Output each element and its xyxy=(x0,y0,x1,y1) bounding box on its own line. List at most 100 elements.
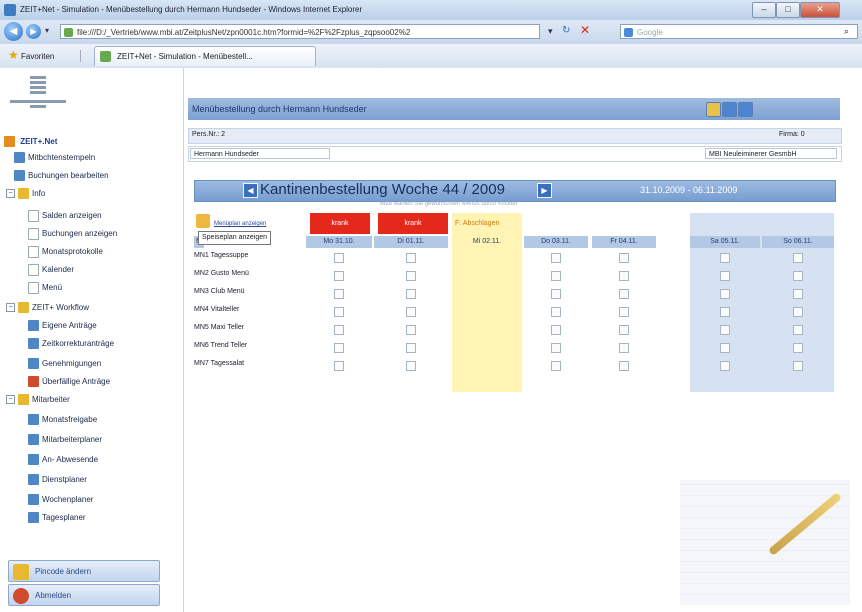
menu-checkbox[interactable] xyxy=(720,307,730,317)
menu-checkbox[interactable] xyxy=(334,271,344,281)
menu-checkbox[interactable] xyxy=(551,253,561,263)
menu-checkbox[interactable] xyxy=(720,289,730,299)
menu-checkbox[interactable] xyxy=(406,361,416,371)
close-window-button[interactable]: ✕ xyxy=(800,2,840,18)
sidebar-item-0[interactable]: Mitbchtenstempeln xyxy=(14,150,95,168)
menu-checkbox[interactable] xyxy=(720,253,730,263)
tree-root-label: ZEIT+.Net xyxy=(20,137,58,146)
menu-checkbox[interactable] xyxy=(619,271,629,281)
collapse-icon[interactable]: − xyxy=(6,189,15,199)
history-dropdown-icon[interactable]: ▾ xyxy=(45,26,49,35)
menu-checkbox[interactable] xyxy=(551,289,561,299)
change-pincode-button[interactable]: Pincode ändern xyxy=(8,560,160,582)
sidebar-item-15[interactable]: Mitarbeiterplaner xyxy=(28,432,102,450)
sidebar-item-label: Überfällige Anträge xyxy=(42,377,111,386)
menu-checkbox[interactable] xyxy=(619,307,629,317)
sidebar-item-3[interactable]: Salden anzeigen xyxy=(28,208,102,226)
sidebar-item-label: Mitarbeiter xyxy=(32,395,70,404)
menu-checkbox[interactable] xyxy=(334,253,344,263)
browser-tab[interactable]: ZEIT+Net - Simulation - Menübestell... xyxy=(94,46,316,66)
menu-checkbox[interactable] xyxy=(793,289,803,299)
sidebar-item-9[interactable]: Eigene Anträge xyxy=(28,318,97,336)
menu-checkbox[interactable] xyxy=(619,289,629,299)
collapse-icon[interactable]: − xyxy=(6,395,15,405)
sidebar-item-7[interactable]: Menü xyxy=(28,280,62,298)
sidebar-item-1[interactable]: Buchungen bearbeiten xyxy=(14,168,109,186)
sidebar-item-label: Buchungen bearbeiten xyxy=(28,171,109,180)
menu-checkbox[interactable] xyxy=(551,325,561,335)
favorites-star-icon: ★ xyxy=(8,48,19,62)
collapse-icon[interactable]: − xyxy=(6,303,15,313)
sidebar-item-14[interactable]: Monatsfreigabe xyxy=(28,412,97,430)
sidebar-item-4[interactable]: Buchungen anzeigen xyxy=(28,226,117,244)
menu-checkbox[interactable] xyxy=(793,307,803,317)
sidebar-item-11[interactable]: Genehmigungen xyxy=(28,356,101,374)
menu-checkbox[interactable] xyxy=(720,343,730,353)
menu-checkbox[interactable] xyxy=(406,289,416,299)
menu-checkbox[interactable] xyxy=(619,361,629,371)
save-icon[interactable] xyxy=(738,102,753,117)
menu-checkbox[interactable] xyxy=(619,343,629,353)
sidebar-item-label: Eigene Anträge xyxy=(42,321,97,330)
sidebar-item-18[interactable]: Wochenplaner xyxy=(28,492,93,510)
menu-checkbox[interactable] xyxy=(720,271,730,281)
day-header-2: Mi 02.11. xyxy=(452,236,522,248)
maximize-button[interactable]: □ xyxy=(776,2,800,18)
menu-checkbox[interactable] xyxy=(334,289,344,299)
menu-checkbox[interactable] xyxy=(406,343,416,353)
print-icon[interactable] xyxy=(706,102,721,117)
menu-checkbox[interactable] xyxy=(793,253,803,263)
menu-plan-link[interactable]: Menüplan anzeigen xyxy=(214,221,266,227)
menu-checkbox[interactable] xyxy=(619,253,629,263)
menu-checkbox[interactable] xyxy=(619,325,629,335)
menu-checkbox[interactable] xyxy=(334,361,344,371)
logout-button[interactable]: Abmelden xyxy=(8,584,160,606)
sidebar-item-label: Tagesplaner xyxy=(42,513,86,522)
sidebar-item-16[interactable]: An- Abwesende xyxy=(28,452,98,470)
menu-checkbox[interactable] xyxy=(406,325,416,335)
menu-checkbox[interactable] xyxy=(551,361,561,371)
sidebar-item-12[interactable]: Überfällige Anträge xyxy=(28,374,110,392)
help-icon[interactable] xyxy=(722,102,737,117)
sidebar-item-13[interactable]: − Mitarbeiter xyxy=(6,392,70,410)
menu-checkbox[interactable] xyxy=(793,361,803,371)
sidebar-item-17[interactable]: Dienstplaner xyxy=(28,472,87,490)
menu-plan-icon[interactable] xyxy=(196,214,210,228)
menu-checkbox[interactable] xyxy=(406,253,416,263)
stop-icon[interactable]: ✕ xyxy=(580,23,590,37)
sidebar-item-10[interactable]: Zeitkorrekturanträge xyxy=(28,336,114,354)
menu-checkbox[interactable] xyxy=(793,325,803,335)
menu-checkbox[interactable] xyxy=(720,325,730,335)
sidebar-item-label: Wochenplaner xyxy=(42,495,94,504)
menu-checkbox[interactable] xyxy=(334,325,344,335)
menu-checkbox[interactable] xyxy=(551,343,561,353)
sidebar-item-2[interactable]: − Info xyxy=(6,186,45,204)
address-bar[interactable]: file:///D:/_Vertrieb/www.mbi.at/Zeitplus… xyxy=(60,24,540,39)
favorites-button[interactable]: ★ Favoriten xyxy=(8,48,54,62)
menu-checkbox[interactable] xyxy=(551,271,561,281)
sidebar-item-6[interactable]: Kalender xyxy=(28,262,74,280)
day-header-6: So 06.11. xyxy=(762,236,834,248)
search-icon[interactable]: ⌕ xyxy=(844,26,849,37)
previous-week-button[interactable]: ◀ xyxy=(243,183,258,198)
menu-checkbox[interactable] xyxy=(406,307,416,317)
search-input[interactable]: Google xyxy=(620,24,858,39)
menu-checkbox[interactable] xyxy=(334,343,344,353)
menu-checkbox[interactable] xyxy=(551,307,561,317)
sidebar-item-label: An- Abwesende xyxy=(42,455,99,464)
sidebar-item-19[interactable]: Tagesplaner xyxy=(28,510,86,528)
next-week-button[interactable]: ▶ xyxy=(537,183,552,198)
menu-checkbox[interactable] xyxy=(406,271,416,281)
address-dropdown-icon[interactable]: ▾ xyxy=(548,26,553,37)
sidebar-item-5[interactable]: Monatsprotokolle xyxy=(28,244,103,262)
back-button[interactable]: ◀ xyxy=(4,22,23,41)
sidebar-item-8[interactable]: − ZEIT+ Workflow xyxy=(6,300,89,318)
menu-checkbox[interactable] xyxy=(720,361,730,371)
forward-button[interactable]: ▶ xyxy=(26,24,41,39)
menu-checkbox[interactable] xyxy=(793,271,803,281)
menu-checkbox[interactable] xyxy=(793,343,803,353)
refresh-icon[interactable]: ↻ xyxy=(562,25,570,36)
approval-icon xyxy=(28,358,39,370)
menu-checkbox[interactable] xyxy=(334,307,344,317)
minimize-button[interactable]: – xyxy=(752,2,776,18)
